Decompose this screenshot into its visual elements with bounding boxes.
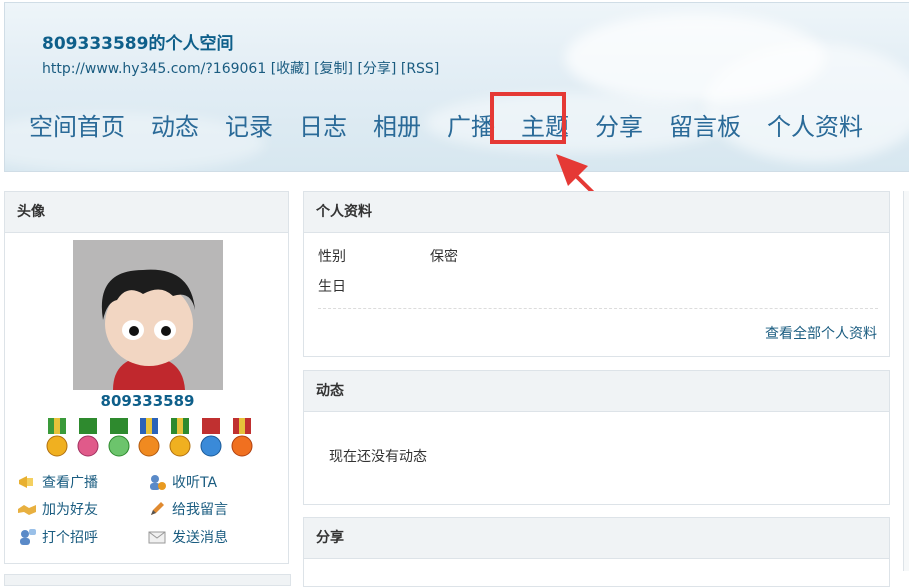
- nav-item-home[interactable]: 空间首页: [29, 107, 125, 142]
- empty-feed-message: 现在还没有动态: [329, 449, 427, 465]
- medal-icon: [77, 418, 99, 457]
- right-column-edge: [903, 191, 909, 571]
- greet-user-icon: [20, 529, 36, 545]
- share-panel: 分享: [303, 517, 890, 587]
- leave-message-label: 给我留言: [172, 502, 228, 518]
- cloud-decoration: [705, 43, 909, 163]
- medal-icon: [169, 418, 191, 457]
- space-url-line: http://www.hy345.com/?169061 [收藏] [复制] […: [42, 58, 439, 78]
- highlight-box: [490, 92, 566, 144]
- birthday-label: 生日: [318, 279, 346, 295]
- nav-item-feed[interactable]: 动态: [151, 107, 199, 142]
- space-title[interactable]: 809333589的个人空间: [42, 29, 233, 54]
- feed-panel-heading: 动态: [304, 371, 889, 412]
- megaphone-icon: [19, 476, 33, 488]
- nav-item-blog[interactable]: 日志: [299, 107, 347, 142]
- send-message-label: 发送消息: [172, 530, 228, 546]
- send-message-link[interactable]: 发送消息: [147, 527, 228, 547]
- medal-icon: [108, 418, 130, 457]
- follow-link[interactable]: 收听TA: [147, 472, 217, 492]
- envelope-icon: [148, 531, 166, 544]
- profile-panel: 个人资料 性别 保密 生日 查看全部个人资料: [303, 191, 890, 357]
- nav-item-broadcast[interactable]: 广播: [447, 107, 495, 142]
- medal-row: [45, 418, 261, 462]
- medal-icon: [231, 418, 253, 457]
- leave-message-link[interactable]: 给我留言: [147, 499, 228, 519]
- username[interactable]: 809333589: [5, 392, 290, 410]
- nav-item-album[interactable]: 相册: [373, 107, 421, 142]
- greet-label: 打个招呼: [42, 530, 98, 546]
- pencil-icon: [151, 502, 164, 515]
- nav-item-share[interactable]: 分享: [595, 107, 643, 142]
- gender-label: 性别: [318, 249, 346, 265]
- rss-link[interactable]: [RSS]: [401, 61, 439, 77]
- space-header: 809333589的个人空间 http://www.hy345.com/?169…: [4, 2, 909, 172]
- medal-icon: [200, 418, 222, 457]
- copy-link[interactable]: [复制]: [314, 61, 353, 77]
- medal-icon: [138, 418, 160, 457]
- view-broadcast-label: 查看广播: [42, 475, 98, 491]
- share-panel-heading: 分享: [304, 518, 889, 559]
- view-broadcast-link[interactable]: 查看广播: [17, 472, 98, 492]
- add-friend-label: 加为好友: [42, 502, 98, 518]
- main-nav: 空间首页 动态 记录 日志 相册 广播 主题 分享 留言板 个人资料: [29, 107, 889, 142]
- space-url[interactable]: http://www.hy345.com/?169061: [42, 61, 266, 77]
- avatar-panel: 头像 809333589 查看广播 收听TA 加为好友 给我留言 打个招呼 发送…: [4, 191, 289, 564]
- follow-user-icon: [150, 475, 166, 490]
- greet-link[interactable]: 打个招呼: [17, 527, 98, 547]
- nav-item-profile[interactable]: 个人资料: [767, 107, 863, 142]
- gender-value: 保密: [430, 249, 458, 265]
- profile-panel-heading: 个人资料: [304, 192, 889, 233]
- nav-item-guestbook[interactable]: 留言板: [669, 107, 741, 142]
- avatar-panel-heading: 头像: [5, 192, 288, 233]
- nav-item-records[interactable]: 记录: [225, 107, 273, 142]
- bookmark-link[interactable]: [收藏]: [271, 61, 310, 77]
- add-friend-link[interactable]: 加为好友: [17, 499, 98, 519]
- follow-label: 收听TA: [172, 475, 218, 491]
- feed-panel: 动态 现在还没有动态: [303, 370, 890, 505]
- avatar-cartoon-icon: [73, 240, 223, 390]
- avatar[interactable]: [73, 240, 223, 390]
- medal-icon: [46, 418, 68, 457]
- left-next-panel-edge: [4, 574, 291, 586]
- share-link[interactable]: [分享]: [357, 61, 396, 77]
- handshake-icon: [18, 505, 36, 515]
- view-all-profile-link[interactable]: 查看全部个人资料: [765, 323, 877, 343]
- divider: [318, 308, 878, 309]
